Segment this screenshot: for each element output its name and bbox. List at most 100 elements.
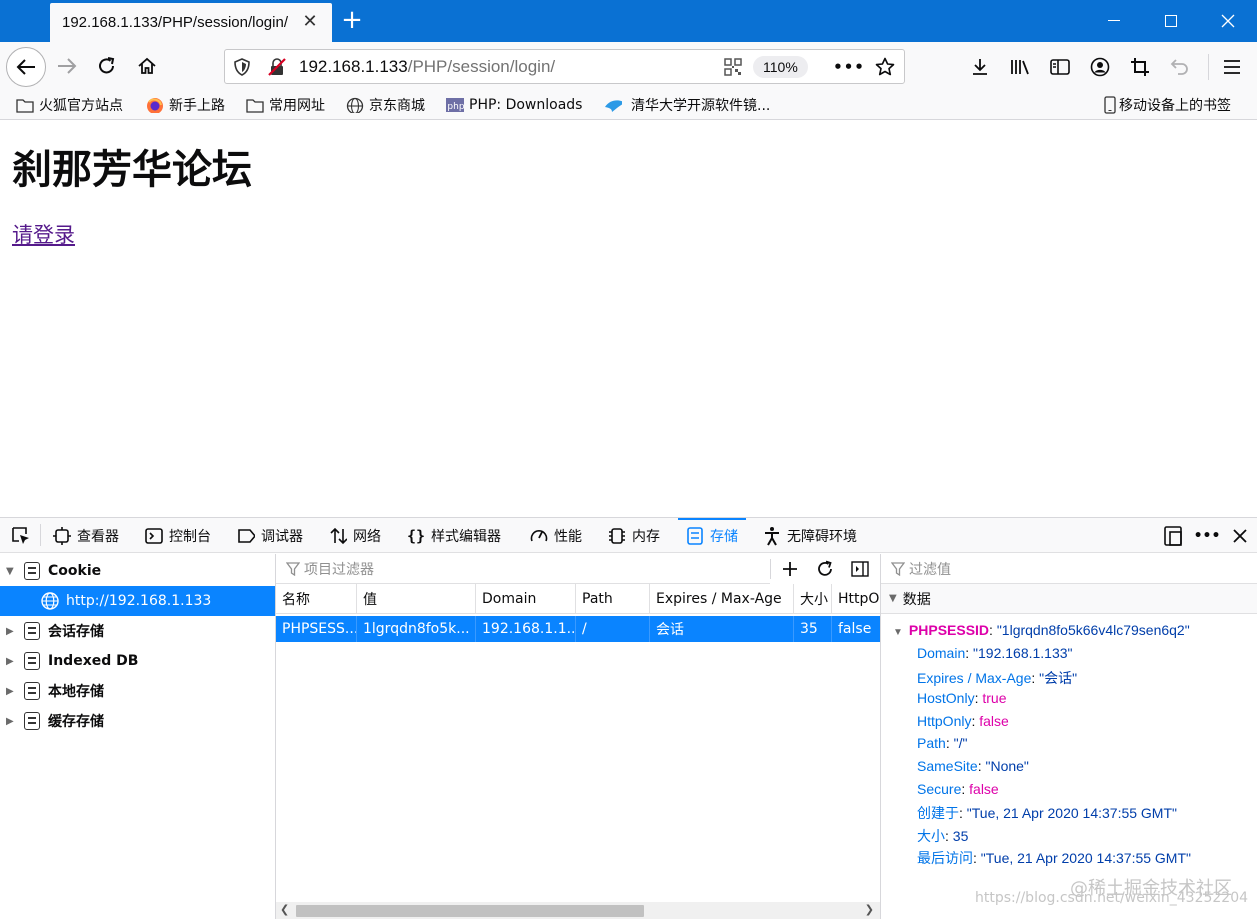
close-window-button[interactable] [1200,0,1256,42]
cookie-property[interactable]: Domain: "192.168.1.133" [917,645,1073,661]
cookie-property[interactable]: HttpOnly: false [917,713,1009,729]
item-filter[interactable]: 项目过滤器 [276,554,770,584]
bookmark-star-icon[interactable] [873,56,897,78]
tree-item-cache-storage[interactable]: ▶ 缓存存储 [0,706,275,736]
collapsed-arrow-icon[interactable]: ▶ [6,686,18,697]
value-filter[interactable]: 过滤值 [881,554,1257,584]
cookie-property[interactable]: Path: "/" [917,735,967,751]
collapsed-arrow-icon[interactable]: ▶ [6,656,18,667]
undo-icon[interactable] [1168,55,1192,79]
tree-item-session-storage[interactable]: ▶ 会话存储 [0,616,275,646]
cookie-property[interactable]: 创建于: "Tue, 21 Apr 2020 14:37:55 GMT" [917,803,1177,823]
bookmark-item[interactable]: 新手上路 [146,95,225,115]
property-key: 最后访问 [917,850,973,867]
collapsed-arrow-icon[interactable]: ▶ [6,626,18,637]
maximize-button[interactable] [1143,0,1199,42]
cookie-property[interactable]: Expires / Max-Age: "会话" [917,668,1077,688]
url-path: /PHP/session/login/ [407,57,556,76]
scroll-right-icon[interactable]: ❯ [865,903,874,916]
tree-item-cookie-host[interactable]: http://192.168.1.133 [0,586,275,616]
devtools-tab-debugger[interactable]: 调试器 [237,518,303,553]
devtools-tab-accessibility[interactable]: 无障碍环境 [763,518,857,553]
devtools-tab-performance[interactable]: 性能 [530,518,582,553]
refresh-icon[interactable] [813,558,837,580]
devtools-tab-storage[interactable]: 存储 [678,518,746,553]
bookmark-item[interactable]: 常用网址 [246,95,325,115]
bookmark-label: 京东商城 [369,98,425,114]
expanded-arrow-icon[interactable]: ▼ [893,627,903,638]
collapsed-arrow-icon[interactable]: ▶ [6,716,18,727]
data-section-header[interactable]: ▼ 数据 [881,584,1257,614]
login-link[interactable]: 请登录 [12,219,75,249]
devtools-tab-console[interactable]: 控制台 [145,518,211,553]
firefox-icon [147,98,163,113]
cookie-property[interactable]: Secure: false [917,781,999,797]
table-cell[interactable]: 35 [794,616,832,642]
zoom-level-button[interactable]: 110% [753,56,808,78]
forward-button[interactable] [49,48,85,84]
screenshot-icon[interactable] [1128,55,1152,79]
account-icon[interactable] [1088,55,1112,79]
horizontal-scrollbar[interactable]: ❮ ❯ [276,902,880,919]
sidebar-icon[interactable] [1048,55,1072,79]
devtools-close-icon[interactable] [1229,525,1251,547]
element-picker-icon[interactable] [10,525,32,547]
cookie-property[interactable]: 最后访问: "Tue, 21 Apr 2020 14:37:55 GMT" [917,848,1191,868]
back-button[interactable] [6,47,46,87]
new-tab-button[interactable]: + [338,6,366,36]
column-header[interactable]: 名称 [276,584,357,614]
reload-button[interactable] [89,48,125,84]
table-cell[interactable]: PHPSESS... [276,616,357,642]
cookie-property[interactable]: HostOnly: true [917,690,1006,706]
bookmark-item[interactable]: 京东商城 [346,95,425,115]
table-cell[interactable]: 1lgrqdn8fo5k... [357,616,476,642]
table-cell[interactable]: 会话 [650,616,794,642]
cookie-property[interactable]: 大小: 35 [917,826,968,846]
tree-item-local-storage[interactable]: ▶ 本地存储 [0,676,275,706]
bookmark-item[interactable]: 清华大学开源软件镜... [604,95,770,115]
devtools-more-icon[interactable]: ••• [1194,525,1221,547]
toggle-sidebar-icon[interactable] [848,558,872,580]
column-header[interactable]: 大小 [794,584,832,614]
table-cell[interactable]: false [832,616,880,642]
devtools-tab-network[interactable]: 网络 [329,518,381,553]
column-header[interactable]: Domain [476,584,576,614]
tracking-shield-icon[interactable] [233,58,251,76]
expanded-arrow-icon[interactable]: ▼ [889,593,897,604]
mobile-bookmarks[interactable]: 移动设备上的书签 [1104,95,1231,115]
storage-type-icon [24,712,40,730]
table-cell[interactable]: / [576,616,650,642]
bookmark-item[interactable]: 火狐官方站点 [16,95,123,115]
qr-code-icon[interactable] [724,58,742,76]
tree-item-indexed-db[interactable]: ▶ Indexed DB [0,646,275,676]
cookie-entry[interactable]: ▼ PHPSESSID: "1lgrqdn8fo5k66v4lc79sen6q2" [893,622,1190,638]
scroll-left-icon[interactable]: ❮ [280,903,289,916]
tab-close-icon[interactable]: ✕ [300,12,320,32]
page-actions-button[interactable]: ••• [833,56,864,78]
column-header[interactable]: HttpO [832,584,880,614]
cookie-property[interactable]: SameSite: "None" [917,758,1029,774]
downloads-icon[interactable] [968,55,992,79]
devtools-tab-style-editor[interactable]: {} 样式编辑器 [407,518,501,553]
devtools-tab-memory[interactable]: 内存 [608,518,660,553]
devtools-tab-inspector[interactable]: 查看器 [53,518,119,553]
menu-icon[interactable] [1220,55,1244,79]
url-bar[interactable]: 192.168.1.133/PHP/session/login/ 110% ••… [224,49,905,84]
home-button[interactable] [129,48,165,84]
insecure-lock-icon[interactable] [267,58,287,76]
library-icon[interactable] [1008,55,1032,79]
property-separator: : [945,735,954,752]
tree-item-cookie[interactable]: ▼ Cookie [0,556,275,586]
column-header[interactable]: 值 [357,584,476,614]
column-header[interactable]: Path [576,584,650,614]
minimize-button[interactable] [1086,0,1142,42]
url-text[interactable]: 192.168.1.133/PHP/session/login/ [299,57,555,77]
add-item-icon[interactable] [778,558,802,580]
expanded-arrow-icon[interactable]: ▼ [6,566,18,577]
bookmark-item[interactable]: php PHP: Downloads [446,95,582,115]
browser-tab[interactable]: 192.168.1.133/PHP/session/login/ ✕ [50,3,332,42]
responsive-design-icon[interactable] [1162,525,1184,547]
scrollbar-thumb[interactable] [296,905,644,917]
column-header[interactable]: Expires / Max-Age [650,584,794,614]
table-cell[interactable]: 192.168.1.1... [476,616,576,642]
